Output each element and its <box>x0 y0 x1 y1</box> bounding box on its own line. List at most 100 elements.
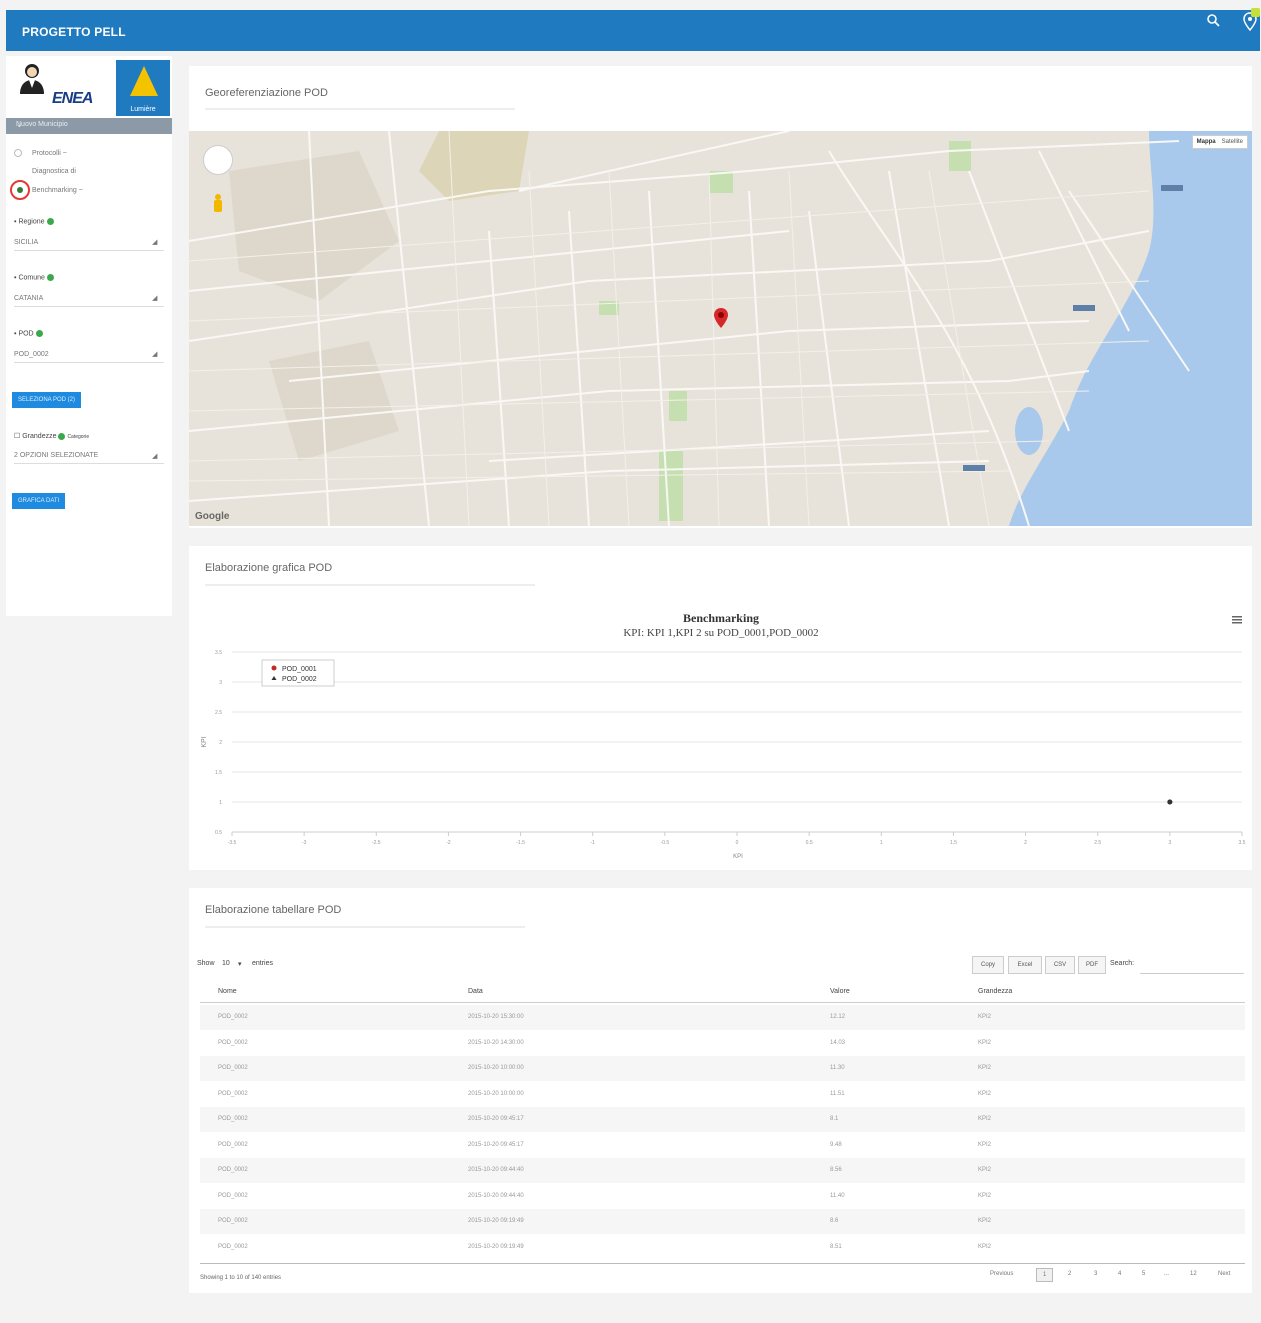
entries-select[interactable]: 10 <box>222 960 230 967</box>
chart-menu-icon[interactable] <box>1232 616 1242 624</box>
pagination-page-4[interactable]: 4 <box>1118 1271 1121 1277</box>
show-label: Show <box>197 960 215 967</box>
column-header-grandezza[interactable]: Grandezza <box>978 988 1012 995</box>
table-row[interactable]: POD_0002 2015-10-20 10:00:00 11.51 KPI2 <box>200 1082 1245 1107</box>
pagination-page-5[interactable]: 5 <box>1142 1271 1145 1277</box>
table-cell: KPI2 <box>978 1141 992 1148</box>
table-row[interactable]: POD_0002 2015-10-20 09:19:49 8.51 KPI2 <box>200 1235 1245 1260</box>
table-row[interactable]: POD_0002 2015-10-20 09:19:49 8.6 KPI2 <box>200 1209 1245 1234</box>
entries-caret-icon[interactable]: ▾ <box>238 960 242 968</box>
table-row[interactable]: POD_0002 2015-10-20 09:44:40 11.40 KPI2 <box>200 1184 1245 1209</box>
table-row[interactable]: POD_0002 2015-10-20 09:45:17 9.48 KPI2 <box>200 1133 1245 1158</box>
chart-legend: POD_0001 POD_0002 <box>261 659 335 687</box>
table-info: Showing 1 to 10 of 140 entries <box>200 1275 282 1281</box>
map-view[interactable]: Mappa Satellite Google <box>189 131 1252 526</box>
chart-title: Benchmarking <box>683 611 759 625</box>
table-cell: 11.30 <box>830 1065 845 1071</box>
x-tick-label: 1 <box>880 840 883 846</box>
table-cell: POD_0002 <box>218 1039 248 1046</box>
copy-button[interactable]: Copy <box>972 956 1004 974</box>
view-data-button[interactable]: GRAFICA DATI <box>12 493 66 509</box>
pagination-next[interactable]: Next <box>1218 1271 1230 1277</box>
table-row[interactable]: POD_0002 2015-10-20 09:44:40 8.56 KPI2 <box>200 1158 1245 1183</box>
table-cell: POD_0002 <box>218 1243 248 1250</box>
menu-item-protocolli[interactable]: Protocolli ~ <box>32 150 67 157</box>
select-grandezze[interactable]: 2 OPZIONI SELEZIONATE <box>14 452 98 459</box>
column-header-valore[interactable]: Valore <box>830 988 850 995</box>
table-cell: POD_0002 <box>218 1167 248 1173</box>
pagination-previous[interactable]: Previous <box>990 1271 1013 1277</box>
app-title[interactable]: PROGETTO PELL <box>22 25 126 39</box>
radio-benchmarking-selected[interactable] <box>10 180 30 200</box>
y-tick-label: 1.5 <box>215 770 222 776</box>
table-cell: 2015-10-20 10:00:00 <box>468 1090 524 1097</box>
table-cell: KPI2 <box>978 1039 992 1046</box>
x-tick-label: 2 <box>1024 840 1027 846</box>
user-bar[interactable]: Nuovo Municipio ⌄ <box>6 118 172 134</box>
pagination-page-2[interactable]: 2 <box>1068 1271 1071 1277</box>
x-tick-label: 3.5 <box>1239 840 1246 846</box>
search-icon[interactable] <box>1205 12 1221 28</box>
table-cell: KPI2 <box>978 1090 992 1097</box>
data-point <box>1167 799 1173 805</box>
benchmark-chart: Benchmarking KPI: KPI 1,KPI 2 su POD_000… <box>201 611 1246 860</box>
column-header-nome[interactable]: Nome <box>218 988 237 995</box>
table-cell: 2015-10-20 09:45:17 <box>468 1116 524 1122</box>
y-tick-label: 1 <box>219 800 222 806</box>
pagination-page-1[interactable]: 1 <box>1036 1268 1054 1282</box>
table-cell: 12.12 <box>830 1014 846 1020</box>
select-comune[interactable]: CATANIA <box>14 295 43 302</box>
x-tick-label: 0 <box>736 840 739 846</box>
x-tick-label: 2.5 <box>1094 840 1101 846</box>
table-cell: KPI2 <box>978 1218 992 1224</box>
menu-item-benchmarking[interactable]: Benchmarking ~ <box>32 187 83 194</box>
pagination-page-12[interactable]: 12 <box>1190 1271 1197 1277</box>
table-card-title: Elaborazione tabellare POD <box>205 904 342 916</box>
table-row[interactable]: POD_0002 2015-10-20 09:45:17 8.1 KPI2 <box>200 1107 1245 1132</box>
search-input[interactable] <box>1140 956 1244 974</box>
pdf-button[interactable]: PDF <box>1078 956 1106 974</box>
pegman-icon[interactable] <box>211 193 225 219</box>
entries-label: entries <box>252 960 274 967</box>
caret-down-icon[interactable]: ◢ <box>152 294 157 302</box>
table-cell: POD_0002 <box>218 1065 248 1071</box>
caret-down-icon[interactable]: ◢ <box>152 452 157 460</box>
caret-down-icon[interactable]: ◢ <box>152 350 157 358</box>
caret-down-icon[interactable]: ◢ <box>152 238 157 246</box>
user-avatar-icon <box>20 64 44 94</box>
table-cell: 11.40 <box>830 1192 845 1199</box>
column-header-data[interactable]: Data <box>468 988 483 995</box>
top-bar: PROGETTO PELL <box>6 10 1260 51</box>
map-pan-control[interactable] <box>203 145 233 175</box>
legend-marker-pod-0001 <box>271 665 277 671</box>
y-axis-label: KPI <box>201 736 208 747</box>
select-pod[interactable]: POD_0002 <box>14 351 49 358</box>
google-logo: Google <box>195 511 230 522</box>
pagination-page-3[interactable]: 3 <box>1094 1271 1097 1277</box>
notification-badge <box>1251 8 1260 17</box>
y-tick-label: 0.5 <box>215 830 222 836</box>
logo-area: ENEA Lumière <box>6 56 172 118</box>
map-marker-icon[interactable] <box>713 307 729 329</box>
radio-protocolli[interactable] <box>14 149 22 157</box>
field-label-regione: ▪ Regione <box>14 218 54 225</box>
excel-button[interactable]: Excel <box>1008 956 1042 974</box>
x-tick-label: -2.5 <box>372 840 381 846</box>
check-icon <box>58 432 66 440</box>
x-tick-label: 0.5 <box>806 840 813 846</box>
table-row[interactable]: POD_0002 2015-10-20 14:30:00 14.03 KPI2 <box>200 1031 1245 1056</box>
map-type-toggle[interactable]: Mappa Satellite <box>1191 135 1248 149</box>
x-axis-label: KPI <box>733 854 743 860</box>
table-row[interactable]: POD_0002 2015-10-20 10:00:00 11.30 KPI2 <box>200 1056 1245 1081</box>
csv-button[interactable]: CSV <box>1045 956 1075 974</box>
menu-item-diagnostica[interactable]: Diagnostica di <box>32 168 76 175</box>
map-card-title: Georeferenziazione POD <box>205 87 328 99</box>
select-pod-button[interactable]: SELEZIONA POD (2) <box>12 392 82 408</box>
y-tick-label: 3 <box>219 680 222 686</box>
field-label-comune: ▪ Comune <box>14 274 54 281</box>
table-row[interactable]: POD_0002 2015-10-20 15:30:00 12.12 KPI2 <box>200 1005 1245 1030</box>
select-regione[interactable]: SICILIA <box>14 239 38 246</box>
table-cell: POD_0002 <box>218 1116 248 1122</box>
field-label-pod: ▪ POD <box>14 330 43 337</box>
x-tick-label: 3 <box>1168 840 1171 846</box>
